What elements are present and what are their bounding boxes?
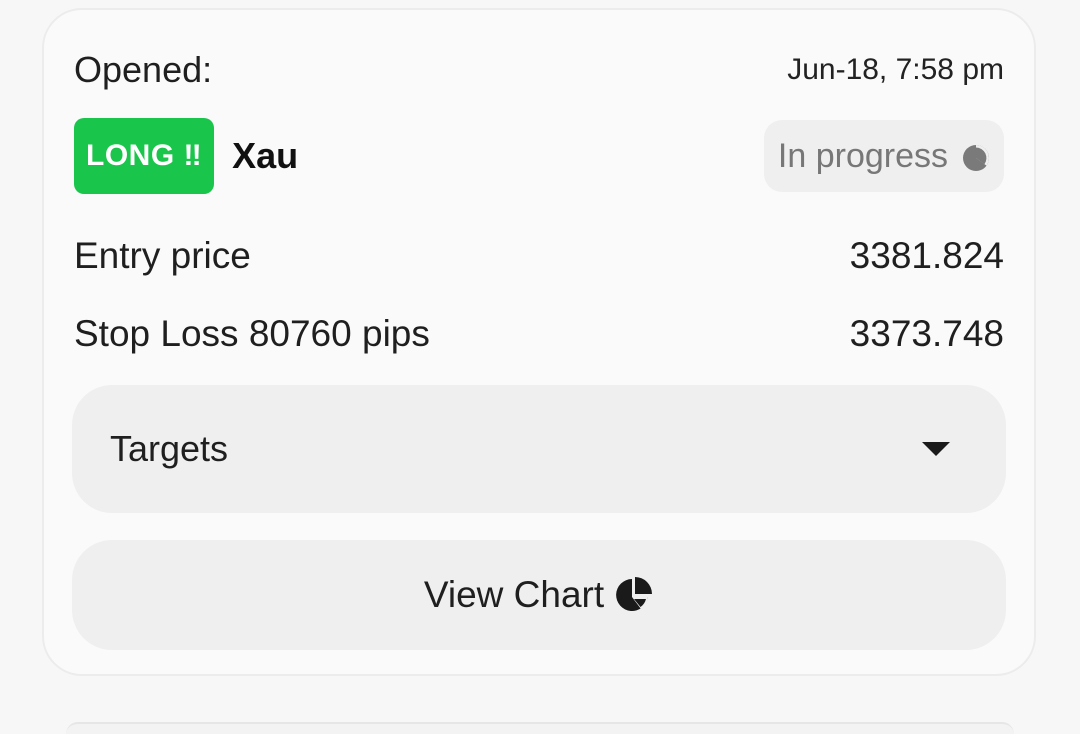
status-label: In progress bbox=[777, 136, 948, 175]
view-chart-label: View Chart bbox=[423, 574, 605, 615]
entry-price-value: 3381.824 bbox=[849, 235, 1004, 276]
opened-row: Opened: Jun-18, 7:58 pm bbox=[74, 48, 1004, 92]
targets-dropdown[interactable]: Targets bbox=[72, 385, 1006, 513]
signal-card: Opened: Jun-18, 7:58 pm LONG ‼ Xau In pr… bbox=[42, 8, 1036, 676]
symbol-group: LONG ‼ Xau bbox=[74, 118, 298, 194]
progress-pie-icon bbox=[962, 142, 990, 171]
stop-loss-value: 3373.748 bbox=[849, 313, 1004, 354]
entry-price-row: Entry price 3381.824 bbox=[74, 230, 1004, 282]
targets-label: Targets bbox=[110, 428, 229, 469]
symbol-name: Xau bbox=[232, 135, 299, 176]
status-badge: In progress bbox=[763, 120, 1004, 192]
chevron-down-icon bbox=[922, 442, 950, 456]
symbol-row: LONG ‼ Xau In progress bbox=[74, 118, 1004, 194]
pie-chart-icon bbox=[614, 575, 654, 615]
stop-loss-row: Stop Loss 80760 pips 3373.748 bbox=[74, 308, 1004, 360]
stop-loss-label: Stop Loss 80760 pips bbox=[74, 313, 430, 354]
direction-badge: LONG ‼ bbox=[74, 118, 215, 194]
opened-label: Opened: bbox=[74, 49, 213, 90]
opened-date: Jun-18, 7:58 pm bbox=[787, 53, 1004, 86]
view-chart-button[interactable]: View Chart bbox=[72, 540, 1006, 650]
next-card-edge bbox=[66, 722, 1014, 734]
entry-price-label: Entry price bbox=[74, 235, 251, 276]
